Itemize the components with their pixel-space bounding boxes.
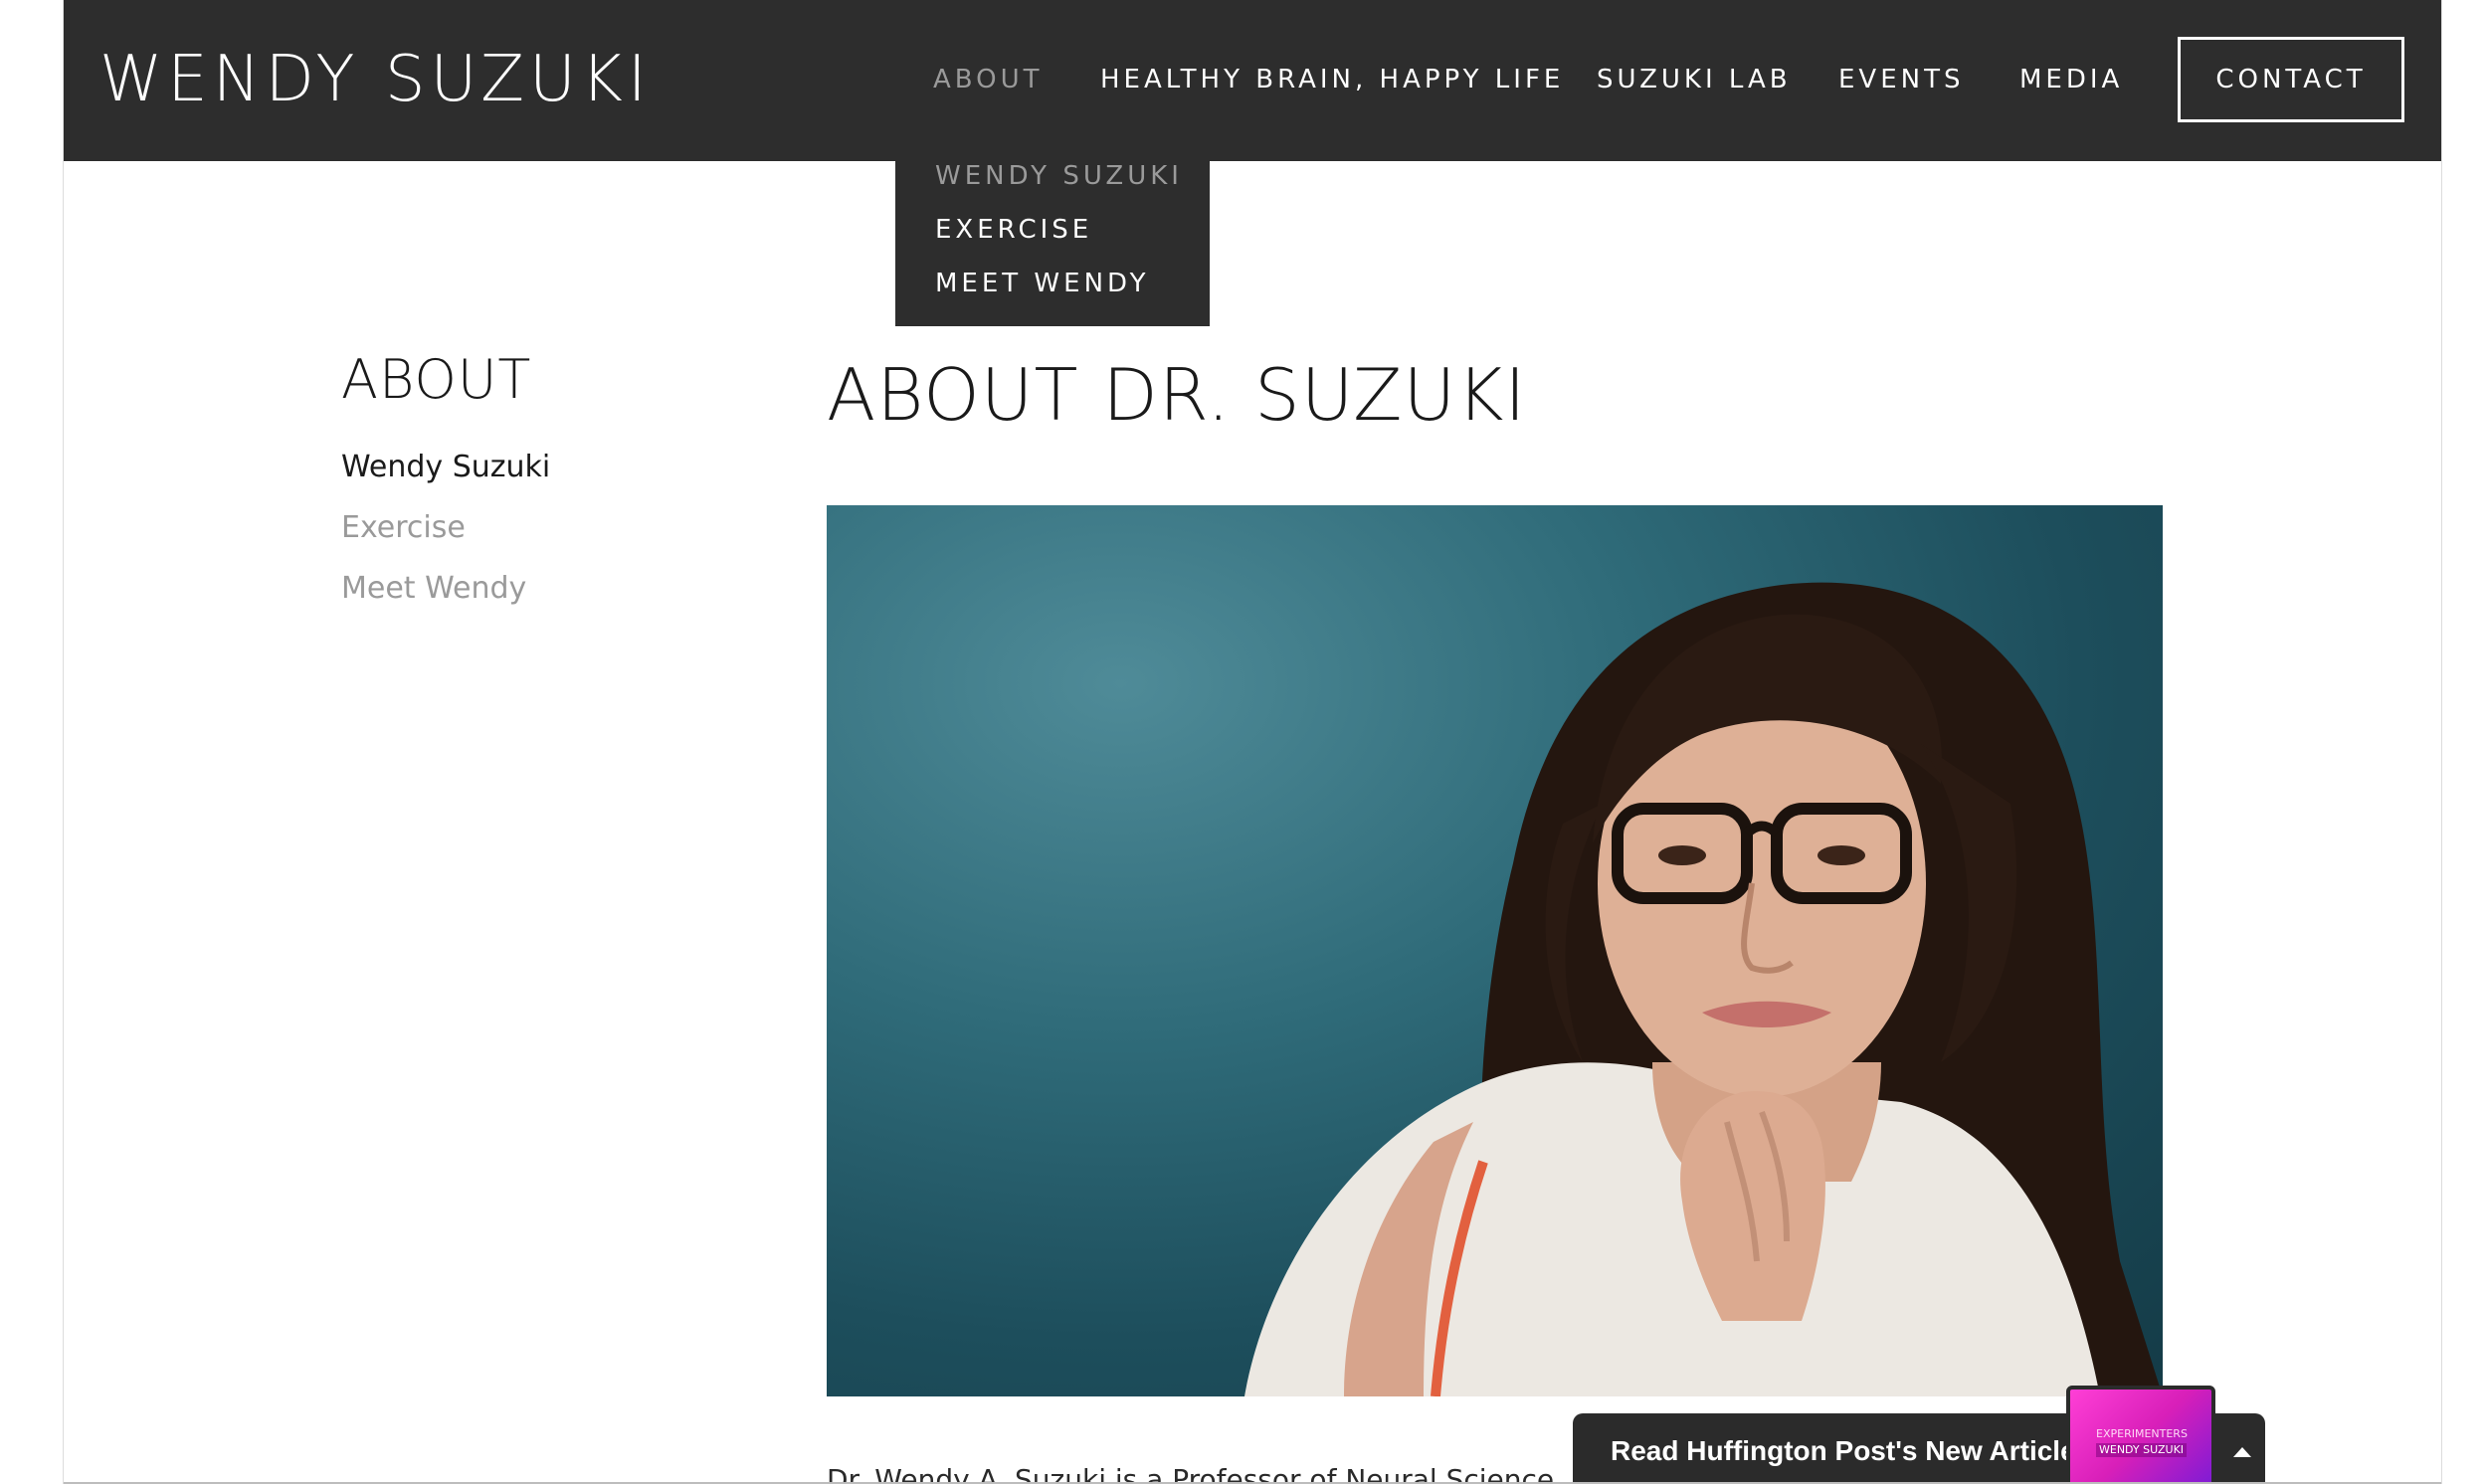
page: WENDY SUZUKI ABOUT HEALTHY BRAIN, HAPPY … — [63, 0, 2442, 1484]
promo-thumb-label: EXPERIMENTERS — [2096, 1427, 2188, 1440]
portrait-illustration — [1244, 582, 2163, 1396]
dropdown-item-wendy-suzuki[interactable]: WENDY SUZUKI — [935, 159, 1183, 193]
portrait-photo — [827, 505, 2163, 1396]
sidebar-link-wendy-suzuki[interactable]: Wendy Suzuki — [341, 448, 550, 487]
promo-thumbnail[interactable]: EXPERIMENTERS WENDY SUZUKI — [2066, 1386, 2215, 1484]
nav-media[interactable]: MEDIA — [2019, 62, 2123, 97]
contact-button[interactable]: CONTACT — [2178, 37, 2404, 122]
dropdown-item-exercise[interactable]: EXERCISE — [935, 213, 1092, 247]
nav-events[interactable]: EVENTS — [1838, 62, 1964, 97]
sidebar-link-meet-wendy[interactable]: Meet Wendy — [341, 569, 526, 609]
sidebar-title: ABOUT — [341, 348, 532, 411]
huffington-promo-bar[interactable]: Read Huffington Post's New Article EXPER… — [1573, 1386, 2265, 1484]
intro-paragraph: Dr. Wendy A. Suzuki is a Professor of Ne… — [827, 1463, 1555, 1484]
site-header: WENDY SUZUKI ABOUT HEALTHY BRAIN, HAPPY … — [64, 0, 2441, 161]
dropdown-item-meet-wendy[interactable]: MEET WENDY — [935, 267, 1150, 300]
promo-thumb-name: WENDY SUZUKI — [2096, 1443, 2188, 1457]
promo-text[interactable]: Read Huffington Post's New Article — [1611, 1433, 2076, 1469]
page-title: ABOUT DR. SUZUKI — [827, 353, 1527, 437]
sidebar-link-exercise[interactable]: Exercise — [341, 508, 466, 548]
nav-about[interactable]: ABOUT — [933, 62, 1044, 97]
caret-up-icon[interactable] — [2233, 1447, 2251, 1457]
about-dropdown-menu: WENDY SUZUKI EXERCISE MEET WENDY — [895, 153, 1210, 326]
site-logo[interactable]: WENDY SUZUKI — [99, 40, 652, 119]
nav-healthy-brain[interactable]: HEALTHY BRAIN, HAPPY LIFE — [1100, 62, 1564, 97]
nav-suzuki-lab[interactable]: SUZUKI LAB — [1597, 62, 1792, 97]
